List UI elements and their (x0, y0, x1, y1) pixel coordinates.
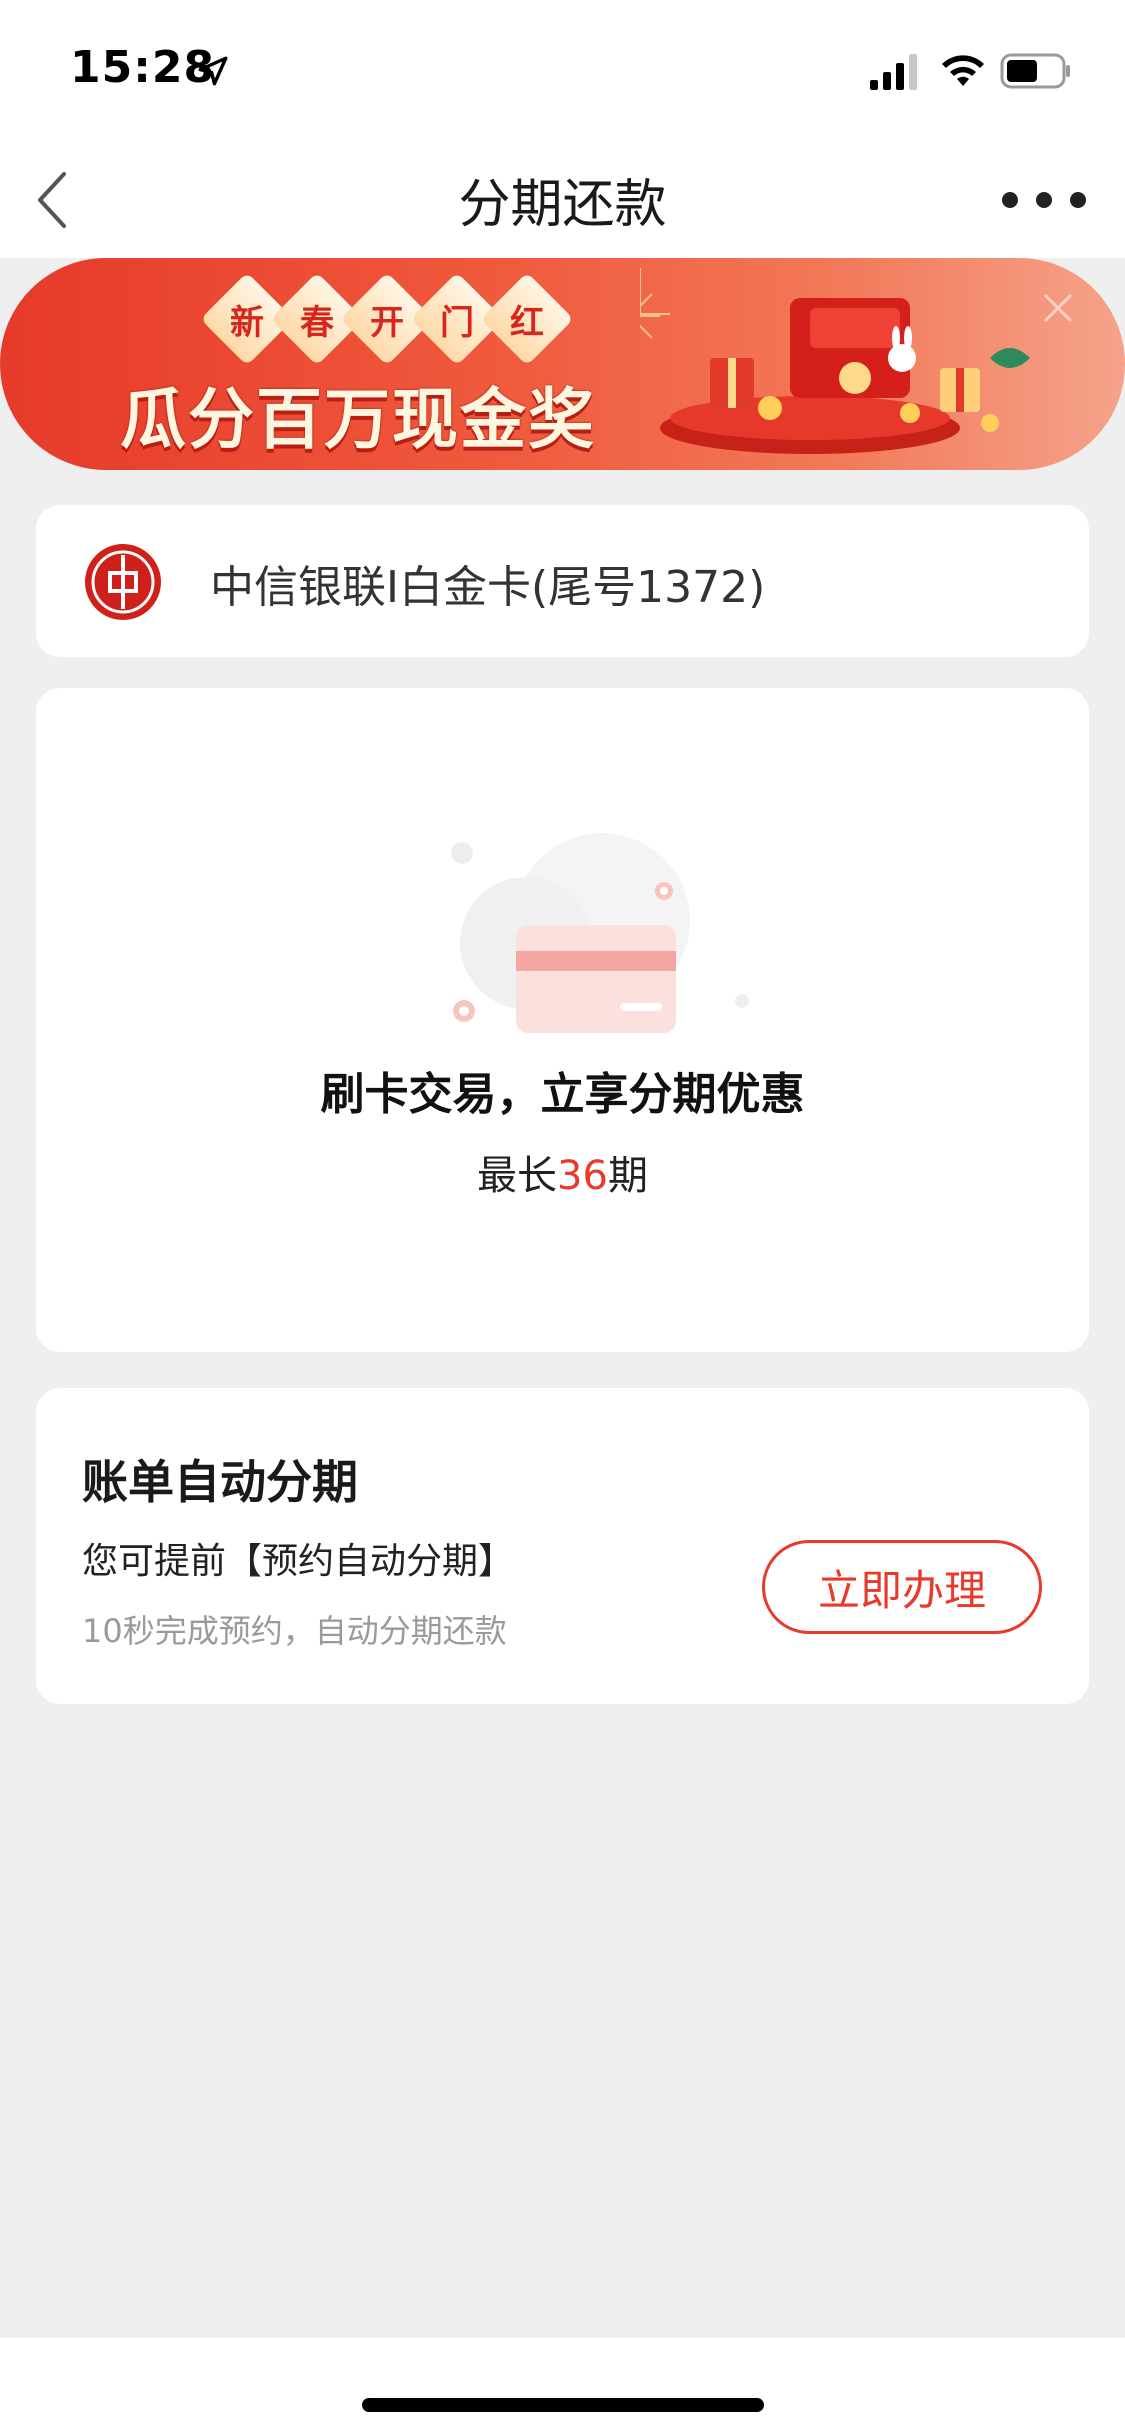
apply-now-button[interactable]: 立即办理 (762, 1540, 1042, 1634)
card-label: 中信银联I白金卡(尾号1372) (210, 562, 766, 613)
auto-installment-title: 账单自动分期 (82, 1455, 358, 1509)
location-arrow-icon (198, 56, 228, 86)
status-bar: 15:28 (0, 0, 1125, 140)
status-time: 15:28 (70, 42, 216, 93)
citic-bank-logo (85, 544, 161, 620)
cellular-signal-icon (870, 54, 917, 90)
auto-installment-card: 账单自动分期 您可提前【预约自动分期】 10秒完成预约，自动分期还款 立即办理 (36, 1388, 1089, 1704)
max-term-suffix: 期 (607, 1153, 648, 1199)
empty-state-card: 刷卡交易，立享分期优惠 最长36期 (36, 688, 1089, 1352)
battery-icon (1000, 53, 1070, 89)
home-indicator[interactable] (362, 2398, 764, 2412)
auto-installment-hint: 10秒完成预约，自动分期还款 (82, 1612, 507, 1650)
empty-state-title: 刷卡交易，立享分期优惠 (320, 1069, 805, 1120)
auto-installment-desc: 您可提前【预约自动分期】 (82, 1541, 515, 1582)
banner-chars-row: 新 春 开 门 红 (200, 272, 574, 366)
max-term-number: 36 (557, 1153, 608, 1199)
page-title: 分期还款 (458, 175, 667, 235)
bottom-safe-area (0, 2338, 1125, 2435)
close-icon[interactable] (1042, 292, 1074, 324)
empty-state-subtitle: 最长36期 (36, 1143, 1089, 1201)
more-dots-icon[interactable] (998, 180, 1090, 220)
max-term-prefix: 最长 (477, 1153, 558, 1199)
card-selector[interactable]: 中信银联I白金卡(尾号1372) (36, 505, 1089, 657)
banner-char: 红 (480, 272, 574, 366)
credit-card-illustration (451, 833, 749, 1033)
banner-gift-illustration (640, 268, 1030, 454)
banner-headline: 瓜分百万现金奖池 (120, 381, 596, 458)
navigation-bar: 分期还款 (0, 140, 1125, 258)
wifi-icon (942, 55, 984, 86)
